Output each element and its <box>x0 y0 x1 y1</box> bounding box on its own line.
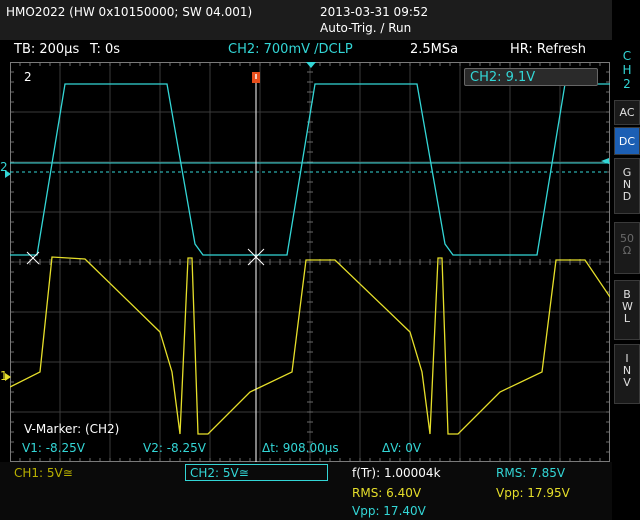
ch2-top-marker: 2 <box>24 70 32 84</box>
impedance-50-label: 50Ω <box>620 232 634 257</box>
ch1-vpp-readout: Vpp: 17.40V <box>352 504 426 518</box>
coupling-dc-button[interactable]: DC <box>614 127 640 155</box>
cursor-v2: V2: -8.25V <box>143 441 206 455</box>
ch2-vpp-readout: Vpp: 17.95V <box>496 486 570 500</box>
ch2-settings: CH2: 5V≅ <box>190 466 249 480</box>
ch2-scale-readout[interactable]: CH2: 700mV /DCLP <box>228 42 353 57</box>
channel-indicator-c: C <box>622 49 632 63</box>
channel-indicator: C H 2 <box>614 44 640 100</box>
coupling-ac-label: AC <box>619 106 635 119</box>
channel-indicator-2: 2 <box>623 77 631 91</box>
scope-display[interactable] <box>10 62 610 462</box>
bwl-label: BWL <box>622 288 633 325</box>
ch1-offset-arrow[interactable] <box>5 373 11 381</box>
hr-refresh-readout[interactable]: HR: Refresh <box>510 42 586 57</box>
datetime: 2013-03-31 09:52 <box>320 5 429 19</box>
impedance-50-button[interactable]: 50Ω <box>614 222 640 274</box>
acquisition-settings-row: TB: 200µs T: 0s CH2: 700mV /DCLP 2.5MSa … <box>0 40 612 61</box>
ch2-level-text: CH2: 9.1V <box>470 70 536 85</box>
ch1-rms-readout: RMS: 6.40V <box>352 486 422 500</box>
invert-button[interactable]: INV <box>614 344 640 404</box>
trigger-mode: Auto-Trig. / Run <box>320 21 412 35</box>
channel-indicator-h: H <box>622 63 632 77</box>
top-status-bar: HMO2022 (HW 0x10150000; SW 04.001) 2013-… <box>0 0 612 40</box>
invert-label: INV <box>622 352 632 389</box>
ch2-rms-readout: RMS: 7.85V <box>496 466 566 480</box>
cursor-v1: V1: -8.25V <box>22 441 85 455</box>
timebase-readout[interactable]: TB: 200µs <box>14 42 79 57</box>
coupling-ac-button[interactable]: AC <box>614 100 640 125</box>
bwl-button[interactable]: BWL <box>614 280 640 340</box>
trigger-time-readout[interactable]: T: 0s <box>90 42 120 57</box>
ch2-level-badge[interactable]: CH2: 9.1V <box>464 68 598 86</box>
device-info: HMO2022 (HW 0x10150000; SW 04.001) <box>6 5 253 19</box>
frequency-readout: f(Tr): 1.00004k <box>352 466 441 480</box>
cursor-dv: ΔV: 0V <box>382 441 422 455</box>
ch2-offset-arrow[interactable] <box>5 170 11 178</box>
sample-rate-readout: 2.5MSa <box>410 42 459 57</box>
coupling-dc-label: DC <box>618 135 636 148</box>
ch1-settings[interactable]: CH1: 5V≅ <box>14 466 73 480</box>
ch2-settings-box[interactable]: CH2: 5V≅ <box>185 464 328 481</box>
coupling-gnd-button[interactable]: GND <box>614 158 640 214</box>
coupling-gnd-label: GND <box>622 166 632 203</box>
cursor-dt: Δt: 908.00µs <box>262 441 339 455</box>
cursor-label: V-Marker: (CH2) <box>24 422 120 436</box>
